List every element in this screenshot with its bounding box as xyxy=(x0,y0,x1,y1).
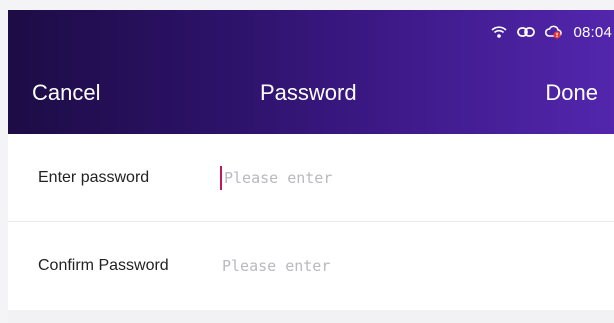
wifi-icon xyxy=(491,25,508,39)
text-caret xyxy=(220,165,222,190)
password-form: Enter password Confirm Password xyxy=(8,134,614,310)
enter-password-input-wrap xyxy=(220,164,424,192)
link-icon xyxy=(517,26,536,38)
status-bar: 08:04 xyxy=(491,20,612,44)
enter-password-input[interactable] xyxy=(224,168,424,187)
cloud-alert-icon xyxy=(545,24,563,40)
cancel-button[interactable]: Cancel xyxy=(32,80,100,106)
enter-password-row: Enter password xyxy=(8,134,614,222)
confirm-password-input-wrap xyxy=(222,252,422,280)
page-title: Password xyxy=(260,80,357,105)
bottom-spacer xyxy=(8,310,614,323)
confirm-password-row: Confirm Password xyxy=(8,222,614,310)
password-screen: 08:04 Cancel Password Done Enter passwor… xyxy=(0,0,614,323)
done-button[interactable]: Done xyxy=(545,80,598,106)
status-time: 08:04 xyxy=(573,23,612,41)
enter-password-label: Enter password xyxy=(38,168,150,186)
top-bar: 08:04 Cancel Password Done xyxy=(8,10,614,134)
confirm-password-label: Confirm Password xyxy=(38,257,169,274)
confirm-password-input[interactable] xyxy=(222,257,422,275)
